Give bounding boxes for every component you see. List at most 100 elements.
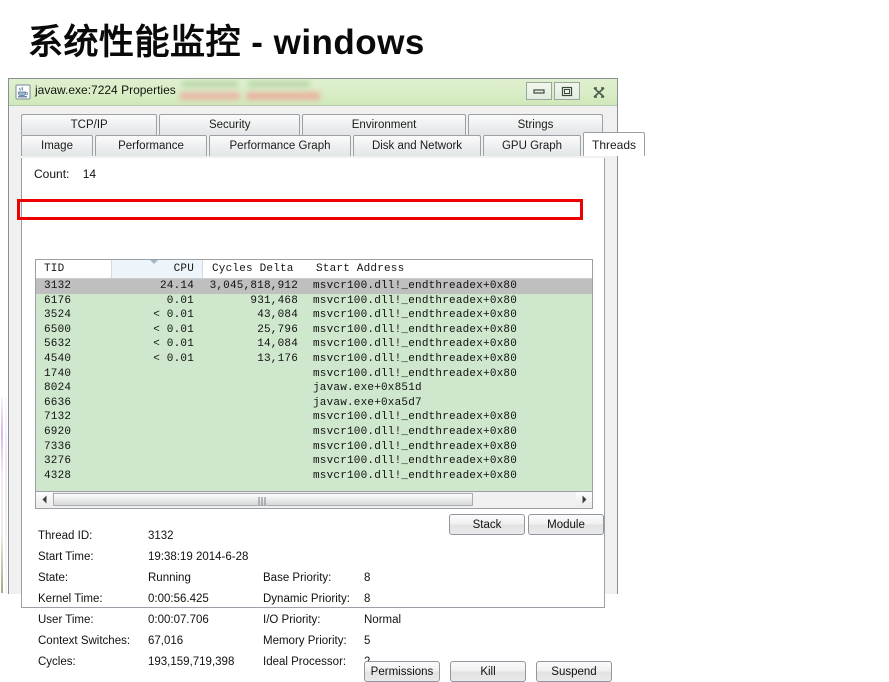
tab-image[interactable]: Image (21, 135, 93, 156)
scrollbar-thumb[interactable] (53, 493, 473, 506)
thread-count-value: 14 (82, 167, 97, 181)
thread-start-address-cell: msvcr100.dll!_endthreadex+0x80 (313, 469, 518, 482)
detail-label: Ideal Processor: (263, 656, 347, 668)
java-coffee-cup-icon (15, 84, 31, 100)
table-row[interactable]: 7132 msvcr100.dll!_endthreadex+0x80 (36, 410, 592, 425)
thread-cycles-delta-cell: 13,176 (257, 352, 298, 365)
horizontal-scrollbar[interactable] (35, 492, 593, 509)
thread-tid-cell: 4540 (44, 352, 72, 365)
detail-row: Context Switches: 67,016 Memory Priority: 5 (38, 635, 598, 656)
column-header-tid[interactable]: TID (44, 263, 64, 275)
table-row[interactable]: 3132 24.14 3,045,818,912 msvcr100.dll!_endt… (36, 279, 592, 294)
detail-value: 0:00:07.706 (148, 614, 209, 626)
scrollbar-grip (258, 497, 268, 505)
detail-label: I/O Priority: (263, 614, 321, 626)
detail-label: Memory Priority: (263, 635, 347, 647)
detail-row: Start Time: 19:38:19 2014-6-28 (38, 551, 598, 572)
tab-performance[interactable]: Performance (95, 135, 207, 156)
thread-tid-cell: 3132 (44, 280, 72, 292)
thread-start-address-cell: msvcr100.dll!_endthreadex+0x80 (313, 309, 518, 322)
threads-tab-panel: Count: 14 TID CPU Cycles Delta Start Add… (21, 158, 612, 682)
thread-tid-cell: 6176 (44, 294, 72, 307)
table-row[interactable]: 7336 msvcr100.dll!_endthreadex+0x80 (36, 440, 592, 455)
tab-environment[interactable]: Environment (302, 114, 466, 135)
table-row[interactable]: 1740 msvcr100.dll!_endthreadex+0x80 (36, 367, 592, 382)
detail-label: State: (38, 572, 69, 584)
close-icon[interactable] (585, 82, 611, 100)
column-header-start-address[interactable]: Start Address (316, 263, 404, 275)
detail-row: User Time: 0:00:07.706 I/O Priority: Normal (38, 614, 598, 635)
thread-count-label: Count: (34, 167, 70, 181)
permissions-button[interactable]: Permissions (364, 661, 440, 682)
thread-tid-cell: 8024 (44, 382, 72, 395)
thread-cpu-cell: < 0.01 (153, 309, 194, 322)
table-row[interactable]: 4540 < 0.01 13,176 msvcr100.dll!_endthreade… (36, 352, 592, 367)
table-row[interactable]: 5632 < 0.01 14,084 msvcr100.dll!_endthreade… (36, 337, 592, 352)
detail-value: 193,159,719,398 (148, 656, 235, 668)
suspend-button[interactable]: Suspend (536, 661, 612, 682)
table-row[interactable]: 3276 msvcr100.dll!_endthreadex+0x80 (36, 454, 592, 469)
tab-threads[interactable]: Threads (583, 132, 645, 156)
edge-artifact-strip (5, 398, 7, 593)
column-header-cpu[interactable]: CPU (141, 263, 194, 275)
column-divider[interactable] (111, 260, 112, 278)
thread-list[interactable]: TID CPU Cycles Delta Start Address 3132 2… (35, 259, 593, 492)
tab-tcpip[interactable]: TCP/IP (21, 114, 158, 135)
thread-tid-cell: 6636 (44, 396, 72, 409)
detail-value: 5 (364, 635, 371, 647)
detail-row: Thread ID: 3132 (38, 530, 598, 551)
detail-value: 8 (364, 593, 371, 605)
thread-start-address-cell: msvcr100.dll!_endthreadex+0x80 (313, 367, 518, 380)
thread-start-address-cell: msvcr100.dll!_endthreadex+0x80 (313, 411, 518, 424)
table-row[interactable]: 6176 0.01 931,468 msvcr100.dll!_endthreadex… (36, 294, 592, 309)
detail-value: 19:38:19 2014-6-28 (148, 551, 249, 563)
scroll-right-arrow-icon[interactable] (576, 492, 592, 507)
detail-value: Running (148, 572, 191, 584)
tab-disk-and-network[interactable]: Disk and Network (353, 135, 481, 156)
tab-row-lower: Image Performance Performance Graph Disk… (21, 132, 645, 156)
window-titlebar[interactable]: javaw.exe:7224 Properties (9, 79, 617, 106)
thread-cpu-cell: < 0.01 (153, 352, 194, 365)
tab-gpu-graph[interactable]: GPU Graph (483, 135, 581, 156)
detail-label: Start Time: (38, 551, 94, 563)
column-divider[interactable] (202, 260, 203, 278)
table-row[interactable]: 8024 javaw.exe+0x851d (36, 381, 592, 396)
thread-tid-cell: 7336 (44, 440, 72, 453)
thread-tid-cell: 1740 (44, 367, 72, 380)
detail-label: Base Priority: (263, 572, 332, 584)
table-row[interactable]: 6500 < 0.01 25,796 msvcr100.dll!_endthreade… (36, 323, 592, 338)
thread-start-address-cell: javaw.exe+0x851d (313, 382, 422, 395)
thread-start-address-cell: msvcr100.dll!_endthreadex+0x80 (313, 280, 518, 292)
tab-performance-graph[interactable]: Performance Graph (209, 135, 351, 156)
scroll-left-arrow-icon[interactable] (36, 492, 52, 507)
table-row[interactable]: 4328 msvcr100.dll!_endthreadex+0x80 (36, 469, 592, 484)
tab-security[interactable]: Security (159, 114, 301, 135)
thread-start-address-cell: msvcr100.dll!_endthreadex+0x80 (313, 425, 518, 438)
minimize-icon[interactable] (526, 82, 552, 100)
thread-cycles-delta-cell: 25,796 (257, 323, 298, 336)
maximize-icon[interactable] (554, 82, 580, 100)
detail-value: 3132 (148, 530, 174, 542)
table-row[interactable]: 6920 msvcr100.dll!_endthreadex+0x80 (36, 425, 592, 440)
thread-tid-cell: 3276 (44, 455, 72, 468)
detail-label: Dynamic Priority: (263, 593, 350, 605)
thread-tid-cell: 5632 (44, 338, 72, 351)
column-header-cycles-delta[interactable]: Cycles Delta (212, 263, 294, 275)
action-buttons: Permissions Kill Suspend (364, 661, 612, 682)
thread-tid-cell: 3524 (44, 309, 72, 322)
page-title: 系统性能监控 - windows (28, 23, 425, 62)
thread-cpu-cell: < 0.01 (153, 338, 194, 351)
tab-row-upper: TCP/IP Security Environment Strings (21, 114, 605, 135)
window-title-text: javaw.exe:7224 Properties (35, 83, 176, 97)
thread-cycles-delta-cell: 931,468 (250, 294, 298, 307)
thread-cycles-delta-cell: 43,084 (257, 309, 298, 322)
thread-start-address-cell: msvcr100.dll!_endthreadex+0x80 (313, 440, 518, 453)
thread-cpu-cell: 24.14 (159, 280, 194, 292)
table-row[interactable]: 6636 javaw.exe+0xa5d7 (36, 396, 592, 411)
thread-rows-container: 3132 24.14 3,045,818,912 msvcr100.dll!_endt… (36, 279, 592, 483)
kill-button[interactable]: Kill (450, 661, 526, 682)
detail-value: 8 (364, 572, 371, 584)
detail-label: User Time: (38, 614, 94, 626)
thread-cycles-delta-cell: 14,084 (257, 338, 298, 351)
table-row[interactable]: 3524 < 0.01 43,084 msvcr100.dll!_endthreade… (36, 308, 592, 323)
